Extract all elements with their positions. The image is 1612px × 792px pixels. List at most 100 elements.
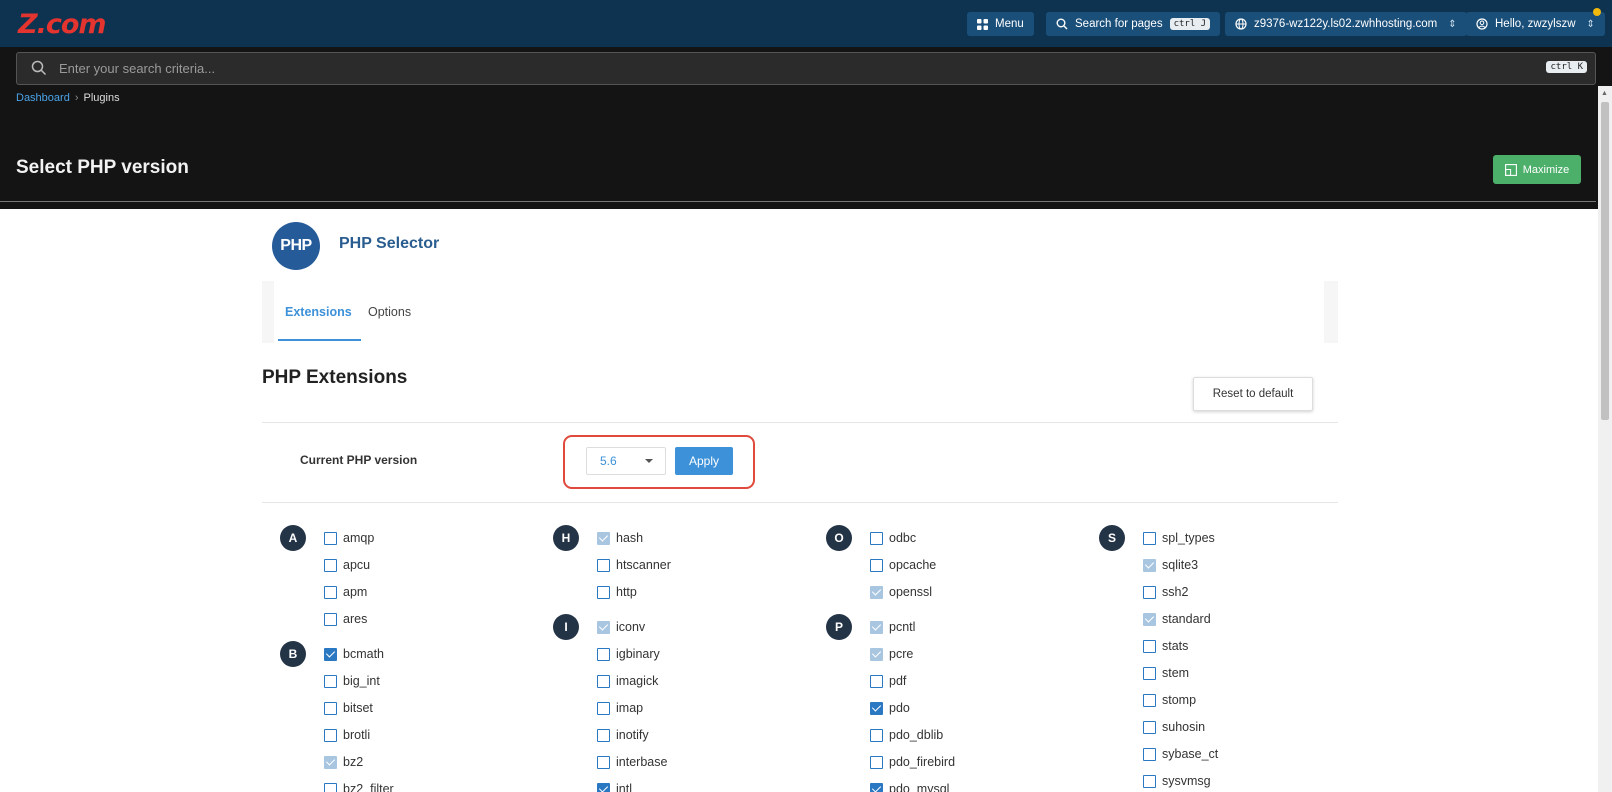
extension-item-opcache[interactable]: opcache [870, 556, 936, 574]
extension-item-big_int[interactable]: big_int [324, 672, 380, 690]
php-version-select[interactable]: 5.6 [586, 447, 666, 475]
extension-checkbox[interactable] [597, 585, 610, 599]
extension-item-spl_types[interactable]: spl_types [1143, 529, 1215, 547]
extension-item-imagick[interactable]: imagick [597, 672, 658, 690]
extension-checkbox[interactable] [324, 728, 337, 742]
extension-label: apm [343, 585, 368, 599]
extension-checkbox[interactable] [870, 728, 883, 742]
extension-item-bcmath[interactable]: bcmath [324, 645, 384, 663]
extension-item-stomp[interactable]: stomp [1143, 691, 1196, 709]
extension-checkbox[interactable] [597, 558, 610, 572]
breadcrumb-separator: › [74, 92, 79, 104]
extension-item-brotli[interactable]: brotli [324, 726, 370, 744]
extension-checkbox[interactable] [324, 647, 337, 661]
extension-checkbox [1143, 612, 1156, 626]
extension-checkbox[interactable] [597, 755, 610, 769]
divider [262, 422, 1338, 423]
extension-checkbox[interactable] [1143, 639, 1156, 653]
reset-to-default-button[interactable]: Reset to default [1193, 377, 1313, 411]
extension-item-htscanner[interactable]: htscanner [597, 556, 671, 574]
extension-checkbox[interactable] [870, 782, 883, 792]
extension-checkbox[interactable] [1143, 585, 1156, 599]
extension-item-pdo[interactable]: pdo [870, 699, 910, 717]
extension-checkbox[interactable] [1143, 531, 1156, 545]
extension-item-apm[interactable]: apm [324, 583, 367, 601]
extension-checkbox[interactable] [324, 558, 337, 572]
extension-checkbox[interactable] [324, 612, 337, 626]
extension-item-igbinary[interactable]: igbinary [597, 645, 660, 663]
extension-checkbox[interactable] [597, 782, 610, 792]
extension-item-intl[interactable]: intl [597, 780, 632, 792]
extension-item-ares[interactable]: ares [324, 610, 367, 628]
extension-checkbox[interactable] [324, 701, 337, 715]
extension-label: htscanner [616, 558, 671, 572]
search-pages-button[interactable]: Search for pages ctrl J [1046, 12, 1221, 36]
extension-checkbox[interactable] [870, 701, 883, 715]
extension-checkbox[interactable] [597, 701, 610, 715]
tab-extensions[interactable]: Extensions [285, 305, 352, 319]
zcom-logo[interactable]: Z.com [18, 9, 107, 40]
extension-item-pdo_firebird[interactable]: pdo_firebird [870, 753, 955, 771]
extension-item-stats[interactable]: stats [1143, 637, 1188, 655]
extension-checkbox[interactable] [324, 585, 337, 599]
extension-item-http[interactable]: http [597, 583, 637, 601]
maximize-icon [1504, 163, 1517, 176]
extension-checkbox[interactable] [1143, 666, 1156, 680]
extension-checkbox[interactable] [597, 728, 610, 742]
extension-item-bz2_filter[interactable]: bz2_filter [324, 780, 394, 792]
extension-item-pdo_mysql[interactable]: pdo_mysql [870, 780, 949, 792]
search-input[interactable] [59, 53, 1459, 84]
extension-item-apcu[interactable]: apcu [324, 556, 370, 574]
grid-icon [977, 18, 988, 30]
page-scrollbar[interactable]: ▲ [1598, 86, 1612, 792]
extension-label: standard [1162, 612, 1211, 626]
extension-item-pdf[interactable]: pdf [870, 672, 906, 690]
apply-button[interactable]: Apply [675, 447, 733, 475]
user-menu[interactable]: Hello, zwzylszw ⇕ [1466, 12, 1605, 36]
extension-checkbox[interactable] [597, 674, 610, 688]
extension-item-ssh2[interactable]: ssh2 [1143, 583, 1188, 601]
extension-item-stem[interactable]: stem [1143, 664, 1189, 682]
extension-checkbox[interactable] [870, 531, 883, 545]
extension-item-sybase_ct[interactable]: sybase_ct [1143, 745, 1218, 763]
extension-item-suhosin[interactable]: suhosin [1143, 718, 1205, 736]
extension-item-bitset[interactable]: bitset [324, 699, 373, 717]
scrollbar-thumb[interactable] [1601, 102, 1609, 420]
global-search-bar: ctrl K [16, 52, 1596, 85]
tab-options[interactable]: Options [368, 305, 411, 319]
extension-checkbox[interactable] [324, 782, 337, 792]
extension-checkbox[interactable] [1143, 774, 1156, 788]
breadcrumb-dashboard-link[interactable]: Dashboard [16, 92, 70, 104]
scroll-up-icon[interactable]: ▲ [1601, 90, 1608, 97]
extension-item-sysvmsg[interactable]: sysvmsg [1143, 772, 1211, 790]
maximize-button[interactable]: Maximize [1493, 155, 1581, 184]
extension-checkbox[interactable] [324, 531, 337, 545]
caret-down-icon [645, 459, 653, 463]
extension-label: igbinary [616, 647, 660, 661]
extension-checkbox[interactable] [1143, 747, 1156, 761]
extension-checkbox[interactable] [870, 558, 883, 572]
tabs-bar: Extensions Options [262, 281, 1338, 343]
letter-group-badge: B [280, 641, 306, 667]
extension-item-amqp[interactable]: amqp [324, 529, 374, 547]
extension-item-interbase[interactable]: interbase [597, 753, 667, 771]
extension-item-iconv: iconv [597, 618, 645, 636]
extension-item-pdo_dblib[interactable]: pdo_dblib [870, 726, 943, 744]
extension-item-imap[interactable]: imap [597, 699, 643, 717]
extension-item-odbc[interactable]: odbc [870, 529, 916, 547]
menu-button[interactable]: Menu [967, 12, 1034, 36]
extension-checkbox[interactable] [597, 647, 610, 661]
extension-label: big_int [343, 674, 380, 688]
extension-item-inotify[interactable]: inotify [597, 726, 649, 744]
server-selector[interactable]: z9376-wz122y.ls02.zwhhosting.com ⇕ [1225, 12, 1467, 36]
letter-group-badge: P [826, 614, 852, 640]
extension-checkbox[interactable] [324, 674, 337, 688]
extension-checkbox[interactable] [870, 755, 883, 769]
breadcrumb: Dashboard › Plugins [16, 92, 120, 104]
extension-label: ares [343, 612, 368, 626]
extension-label: sysvmsg [1162, 774, 1211, 788]
extension-checkbox[interactable] [870, 674, 883, 688]
extension-checkbox[interactable] [1143, 693, 1156, 707]
extension-checkbox[interactable] [1143, 720, 1156, 734]
extension-label: bcmath [343, 647, 384, 661]
